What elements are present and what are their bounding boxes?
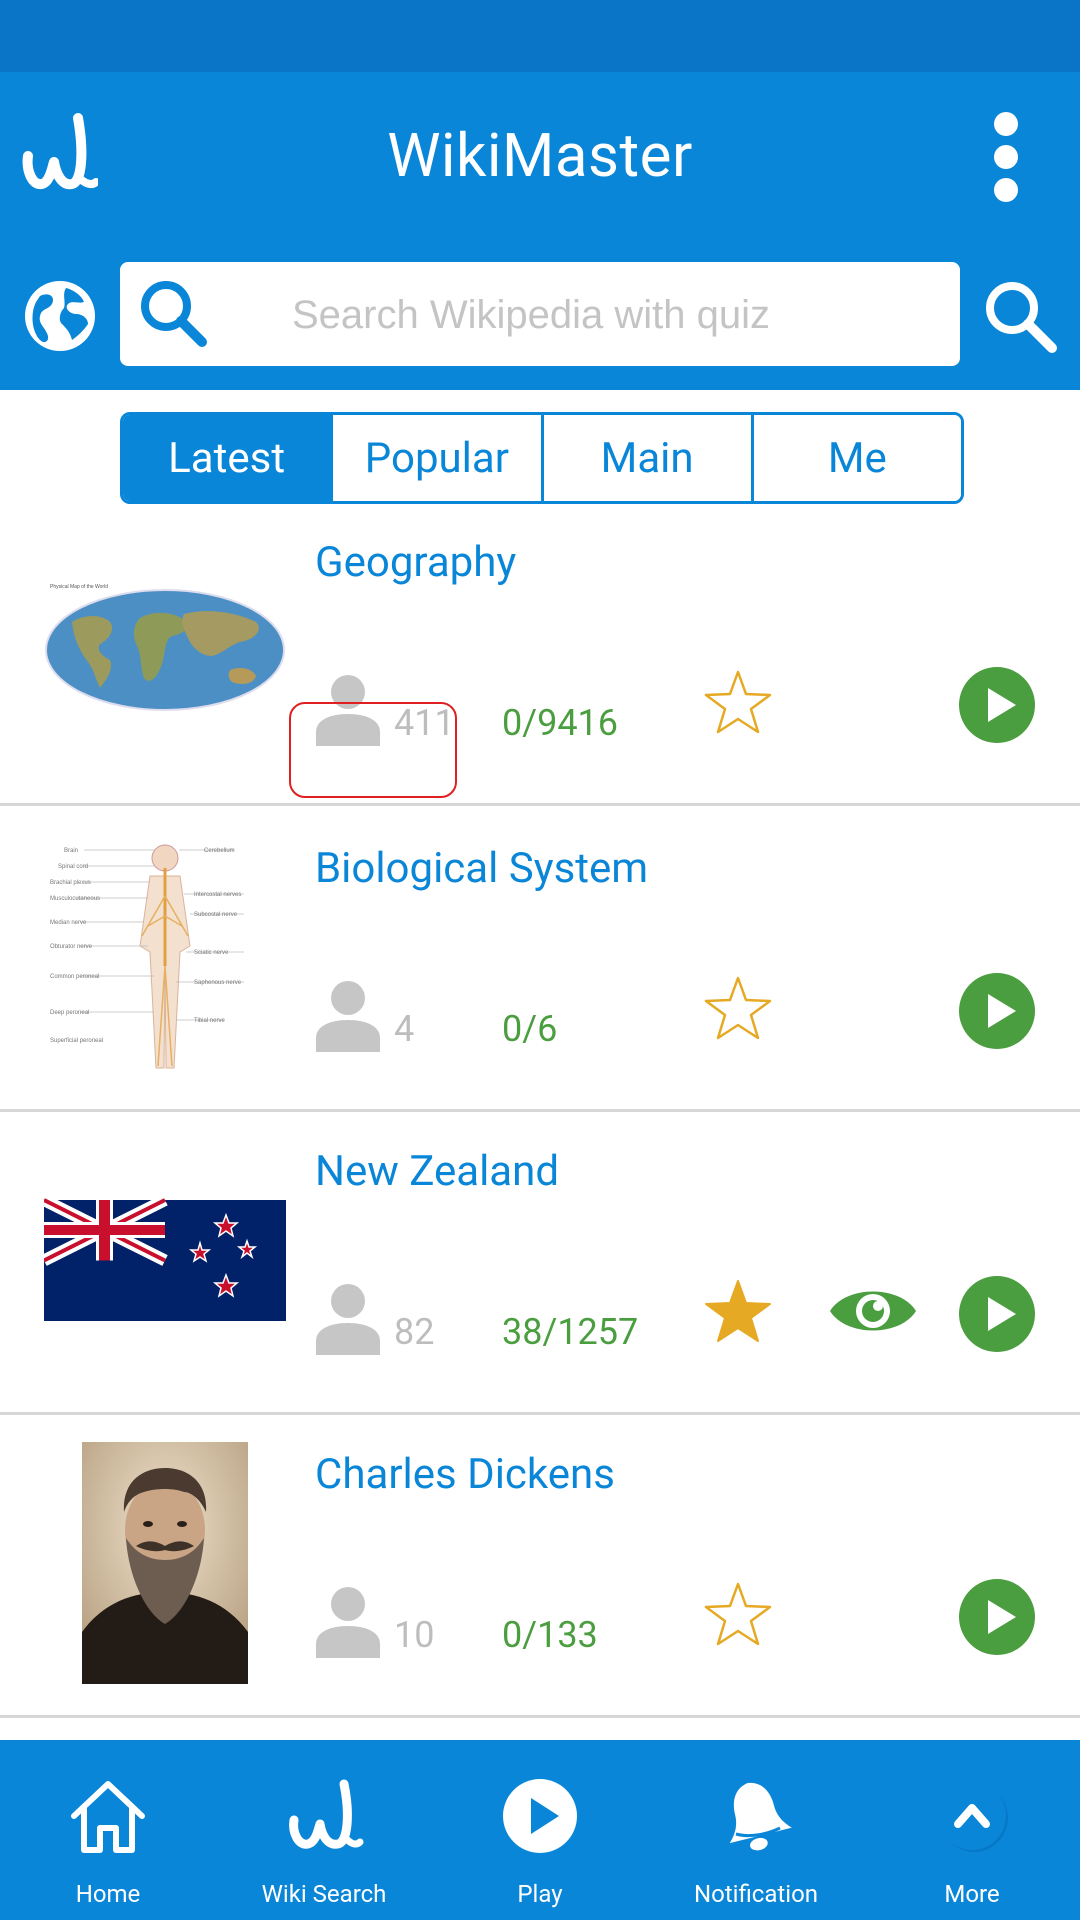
chevron-up-icon bbox=[938, 1782, 1008, 1852]
search-bar[interactable] bbox=[120, 262, 960, 366]
svg-text:Intercostal nerves: Intercostal nerves bbox=[194, 892, 241, 898]
nav-label: Notification bbox=[693, 1880, 819, 1908]
tab-me[interactable]: Me bbox=[750, 415, 961, 501]
nervous-system-diagram: Brain Cerebellum Spinal cord Brachial plex… bbox=[44, 836, 286, 1078]
quiz-item-geography[interactable]: Physical Map of the World Geography 411 … bbox=[0, 500, 1080, 806]
nav-more[interactable]: More bbox=[864, 1740, 1080, 1920]
search-input[interactable] bbox=[290, 282, 934, 348]
tab-popular[interactable]: Popular bbox=[330, 415, 541, 501]
tab-bar: Latest Popular Main Me bbox=[120, 412, 964, 504]
nav-play[interactable]: Play bbox=[432, 1740, 648, 1920]
play-icon bbox=[503, 1779, 577, 1853]
play-button-icon[interactable] bbox=[958, 666, 1036, 744]
favorite-star-icon[interactable] bbox=[700, 1578, 776, 1654]
quiz-title[interactable]: Geography bbox=[315, 538, 516, 587]
tab-latest[interactable]: Latest bbox=[123, 415, 331, 501]
status-bar bbox=[0, 0, 1080, 72]
nav-wiki-search[interactable]: Wiki Search bbox=[216, 1740, 432, 1920]
svg-text:Cerebellum: Cerebellum bbox=[204, 848, 235, 854]
svg-text:Median nerve: Median nerve bbox=[50, 920, 87, 926]
user-count: 10 bbox=[394, 1614, 435, 1656]
bell-icon bbox=[729, 1782, 792, 1851]
user-icon bbox=[316, 1587, 380, 1658]
new-zealand-flag bbox=[44, 1194, 286, 1321]
user-icon bbox=[316, 1284, 380, 1355]
user-count: 4 bbox=[394, 1008, 415, 1050]
svg-text:Sciatic nerve: Sciatic nerve bbox=[194, 950, 229, 956]
svg-text:Superficial peroneal: Superficial peroneal bbox=[50, 1038, 103, 1044]
app-title: WikiMaster bbox=[387, 120, 693, 191]
svg-text:Tibial nerve: Tibial nerve bbox=[194, 1018, 225, 1024]
play-button-icon[interactable] bbox=[958, 972, 1036, 1050]
play-button-icon[interactable] bbox=[958, 1578, 1036, 1656]
nav-label: More bbox=[944, 1880, 1000, 1908]
world-map-image: Physical Map of the World bbox=[44, 584, 286, 732]
wiki-logo-icon bbox=[289, 1779, 364, 1849]
play-button-icon[interactable] bbox=[958, 1275, 1036, 1353]
tab-main[interactable]: Main bbox=[540, 415, 751, 501]
quiz-item-new-zealand[interactable]: New Zealand 82 38/1257 bbox=[0, 1109, 1080, 1415]
globe-icon[interactable] bbox=[22, 278, 98, 354]
quiz-progress: 0/9416 bbox=[502, 702, 619, 744]
quiz-title[interactable]: New Zealand bbox=[315, 1147, 559, 1196]
svg-text:Common peroneal: Common peroneal bbox=[50, 974, 99, 980]
svg-text:Physical Map of the World: Physical Map of the World bbox=[50, 584, 108, 590]
svg-text:Brachial plexus: Brachial plexus bbox=[50, 880, 91, 886]
favorite-star-filled-icon[interactable] bbox=[700, 1275, 776, 1351]
quiz-item-charles-dickens[interactable]: Charles Dickens 10 0/133 bbox=[0, 1412, 1080, 1718]
quiz-progress: 0/6 bbox=[502, 1008, 558, 1050]
quiz-progress: 0/133 bbox=[502, 1614, 598, 1656]
nav-home[interactable]: Home bbox=[0, 1740, 216, 1920]
charles-dickens-portrait bbox=[82, 1442, 248, 1684]
nav-notification[interactable]: Notification bbox=[648, 1740, 864, 1920]
nav-label: Home bbox=[75, 1880, 141, 1908]
svg-text:Musculocutaneous: Musculocutaneous bbox=[50, 896, 100, 902]
favorite-star-icon[interactable] bbox=[700, 972, 776, 1048]
eye-icon[interactable] bbox=[828, 1279, 918, 1343]
bottom-nav: Home Wiki Search Play Notification More bbox=[0, 1740, 1080, 1920]
svg-text:Saphenous nerve: Saphenous nerve bbox=[194, 980, 242, 986]
quiz-title[interactable]: Charles Dickens bbox=[315, 1450, 615, 1499]
overflow-menu-icon[interactable] bbox=[988, 110, 1024, 204]
svg-text:Subcostal nerve: Subcostal nerve bbox=[194, 912, 238, 918]
quiz-progress: 38/1257 bbox=[502, 1311, 639, 1353]
user-count: 82 bbox=[394, 1311, 435, 1353]
quiz-item-biological-system[interactable]: Brain Cerebellum Spinal cord Brachial plex… bbox=[0, 806, 1080, 1112]
svg-text:Obturator nerve: Obturator nerve bbox=[50, 944, 93, 950]
quiz-title[interactable]: Biological System bbox=[315, 844, 648, 893]
search-icon bbox=[141, 281, 207, 347]
user-icon bbox=[316, 981, 380, 1052]
home-icon bbox=[71, 1781, 145, 1853]
nav-label: Play bbox=[517, 1880, 563, 1908]
svg-text:Deep peroneal: Deep peroneal bbox=[50, 1010, 89, 1016]
search-submit-icon[interactable] bbox=[980, 276, 1060, 356]
highlight-box bbox=[289, 702, 457, 798]
svg-text:Spinal cord: Spinal cord bbox=[58, 864, 88, 870]
nav-label: Wiki Search bbox=[261, 1880, 387, 1908]
favorite-star-icon[interactable] bbox=[700, 666, 776, 742]
svg-text:Brain: Brain bbox=[64, 848, 78, 854]
